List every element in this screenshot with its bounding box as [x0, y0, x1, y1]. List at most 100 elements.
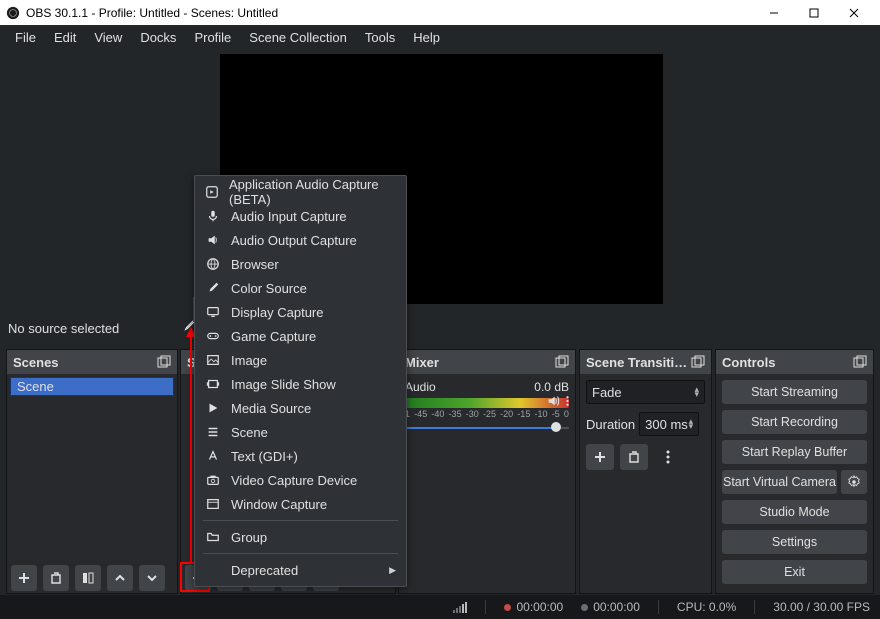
start-recording-button[interactable]: Start Recording	[722, 410, 867, 434]
transition-remove-button[interactable]	[620, 444, 648, 470]
volume-slider[interactable]	[405, 425, 569, 431]
menu-view[interactable]: View	[85, 27, 131, 48]
gamepad-icon	[205, 328, 221, 344]
virtual-camera-settings-button[interactable]	[841, 470, 867, 494]
app-audio-icon	[205, 184, 219, 200]
menu-item-audio-input[interactable]: Audio Input Capture	[195, 204, 406, 228]
menu-item-slideshow[interactable]: Image Slide Show	[195, 372, 406, 396]
transition-more-button[interactable]	[654, 444, 682, 470]
start-replay-buffer-button[interactable]: Start Replay Buffer	[722, 440, 867, 464]
popout-icon[interactable]	[853, 355, 867, 369]
studio-mode-button[interactable]: Studio Mode	[722, 500, 867, 524]
scene-movedown-button[interactable]	[139, 565, 165, 591]
scene-moveup-button[interactable]	[107, 565, 133, 591]
mixer-header: Mixer	[399, 350, 575, 374]
menu-item-window-capture[interactable]: Window Capture	[195, 492, 406, 516]
window-title: OBS 30.1.1 - Profile: Untitled - Scenes:…	[26, 6, 754, 20]
start-virtual-camera-button[interactable]: Start Virtual Camera	[722, 470, 837, 494]
window-maximize-button[interactable]	[794, 0, 834, 25]
scene-remove-button[interactable]	[43, 565, 69, 591]
transitions-header: Scene Transiti…	[580, 350, 711, 374]
folder-icon	[205, 529, 221, 545]
transition-selected-value: Fade	[592, 385, 622, 400]
network-bars-icon	[453, 601, 467, 613]
menu-item-image[interactable]: Image	[195, 348, 406, 372]
meter-ticks: 1-45-40-35-30-25-20-15-10-50	[405, 409, 569, 419]
menu-docks[interactable]: Docks	[131, 27, 185, 48]
transition-select[interactable]: Fade ▴▾	[586, 380, 705, 404]
window-close-button[interactable]	[834, 0, 874, 25]
status-streaming: 00:00:00	[581, 600, 640, 614]
popout-icon[interactable]	[157, 355, 171, 369]
globe-icon	[205, 256, 221, 272]
menu-scene-collection[interactable]: Scene Collection	[240, 27, 356, 48]
controls-header: Controls	[716, 350, 873, 374]
scenes-title: Scenes	[13, 355, 59, 370]
menu-item-display-capture[interactable]: Display Capture	[195, 300, 406, 324]
play-icon	[205, 400, 221, 416]
status-cpu: CPU: 0.0%	[677, 600, 736, 614]
popout-icon[interactable]	[555, 355, 569, 369]
mixer-title: Mixer	[405, 355, 439, 370]
menu-item-color-source[interactable]: Color Source	[195, 276, 406, 300]
menu-item-video-capture[interactable]: Video Capture Device	[195, 468, 406, 492]
transitions-title: Scene Transiti…	[586, 355, 687, 370]
slideshow-icon	[205, 376, 221, 392]
start-streaming-button[interactable]: Start Streaming	[722, 380, 867, 404]
menu-item-group[interactable]: Group	[195, 525, 406, 549]
chevron-updown-icon: ▴▾	[694, 387, 699, 397]
menu-item-scene[interactable]: Scene	[195, 420, 406, 444]
menu-tools[interactable]: Tools	[356, 27, 404, 48]
mute-icon[interactable]	[546, 394, 560, 408]
title-bar: OBS 30.1.1 - Profile: Untitled - Scenes:…	[0, 0, 880, 25]
controls-dock: Controls Start Streaming Start Recording…	[715, 349, 874, 594]
status-bar: 00:00:00 00:00:00 CPU: 0.0% 30.00 / 30.0…	[0, 595, 880, 619]
scenes-header: Scenes	[7, 350, 177, 374]
menu-item-text[interactable]: Text (GDI+)	[195, 444, 406, 468]
menu-help[interactable]: Help	[404, 27, 449, 48]
text-icon	[205, 448, 221, 464]
chevron-updown-icon: ▴▾	[689, 419, 694, 429]
menu-file[interactable]: File	[6, 27, 45, 48]
audio-mixer-dock: Mixer Audio 0.0 dB 1-45-40-35-30-25-20-1…	[398, 349, 576, 594]
scene-item[interactable]: Scene	[10, 377, 174, 396]
status-fps: 30.00 / 30.00 FPS	[773, 600, 870, 614]
window-icon	[205, 496, 221, 512]
obs-logo-icon	[6, 6, 20, 20]
transition-add-button[interactable]	[586, 444, 614, 470]
add-source-context-menu: Application Audio Capture (BETA) Audio I…	[194, 175, 407, 587]
exit-button[interactable]: Exit	[722, 560, 867, 584]
brush-icon	[205, 280, 221, 296]
popout-icon[interactable]	[691, 355, 705, 369]
mic-icon	[205, 208, 221, 224]
menu-item-app-audio[interactable]: Application Audio Capture (BETA)	[195, 180, 406, 204]
speaker-icon	[205, 232, 221, 248]
duration-spinner[interactable]: 300 ms ▴▾	[639, 412, 699, 436]
menu-edit[interactable]: Edit	[45, 27, 85, 48]
scenes-dock: Scenes Scene	[6, 349, 178, 594]
scene-add-button[interactable]	[11, 565, 37, 591]
menu-item-browser[interactable]: Browser	[195, 252, 406, 276]
duration-label: Duration	[586, 417, 635, 432]
window-minimize-button[interactable]	[754, 0, 794, 25]
no-source-label: No source selected	[8, 321, 119, 336]
image-icon	[205, 352, 221, 368]
mixer-db-label: 0.0 dB	[534, 380, 569, 394]
list-icon	[205, 424, 221, 440]
camera-icon	[205, 472, 221, 488]
settings-button[interactable]: Settings	[722, 530, 867, 554]
stream-dot-icon	[581, 604, 588, 611]
menu-item-deprecated[interactable]: Deprecated▶	[195, 558, 406, 582]
status-recording: 00:00:00	[504, 600, 563, 614]
channel-more-icon[interactable]	[566, 394, 569, 408]
menu-profile[interactable]: Profile	[185, 27, 240, 48]
menu-bar: File Edit View Docks Profile Scene Colle…	[0, 25, 880, 49]
record-dot-icon	[504, 604, 511, 611]
scene-filter-button[interactable]	[75, 565, 101, 591]
menu-item-audio-output[interactable]: Audio Output Capture	[195, 228, 406, 252]
menu-item-game-capture[interactable]: Game Capture	[195, 324, 406, 348]
display-icon	[205, 304, 221, 320]
duration-value: 300 ms	[645, 417, 688, 432]
menu-item-media-source[interactable]: Media Source	[195, 396, 406, 420]
scene-list[interactable]: Scene	[7, 374, 177, 399]
